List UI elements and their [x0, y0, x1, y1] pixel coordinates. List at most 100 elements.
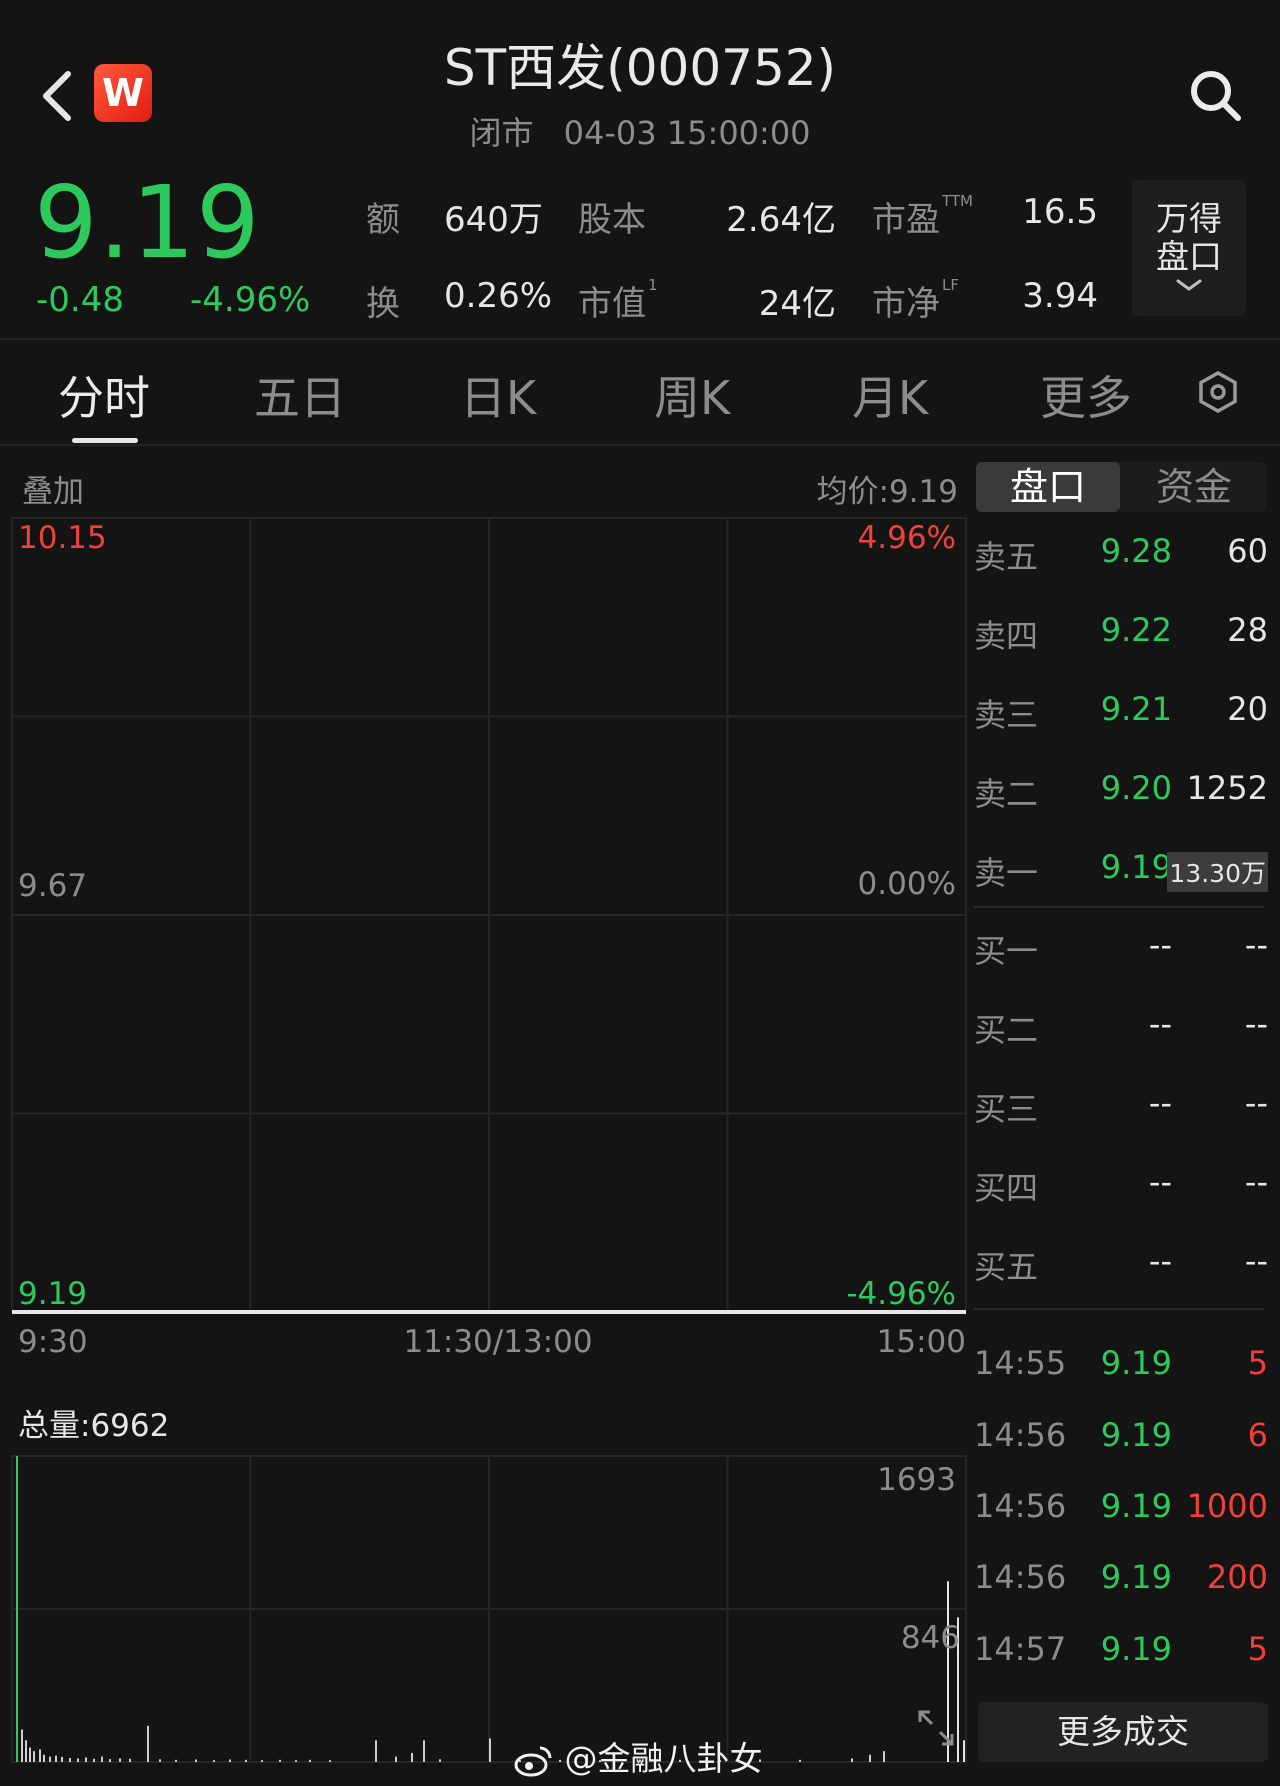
trade-row: 14:56 9.19 1000 [974, 1487, 1268, 1527]
stat-value-amount: 640万 [444, 200, 543, 240]
ask-level-label: 卖五 [974, 538, 1039, 576]
trade-volume: 1000 [1186, 1487, 1268, 1525]
market-status: 闭市 04-03 15:00:00 [0, 108, 1280, 154]
ask-level-label: 卖三 [974, 696, 1039, 734]
volume-total: 总量:6962 [18, 1408, 170, 1444]
bid-volume: -- [1244, 926, 1268, 964]
trade-row: 14:56 9.19 6 [974, 1416, 1268, 1456]
bid-level-label: 买一 [974, 932, 1039, 970]
stat-label-pb: 市净 LF [872, 276, 959, 324]
header: W ST西发(000752) 闭市 04-03 15:00:00 [0, 0, 1280, 160]
ask-volume: 28 [1227, 611, 1268, 649]
tab-daily-k[interactable]: 日K [460, 362, 536, 428]
orderbook-tabs: 盘口 资金 [976, 462, 1266, 512]
pct-axis-mid: 0.00% [857, 866, 956, 902]
stat-label-market-cap: 市值 1 [578, 276, 658, 324]
stat-label-turnover: 换 [366, 284, 400, 324]
weibo-icon [514, 1744, 554, 1778]
trade-row: 14:57 9.19 5 [974, 1630, 1268, 1670]
trade-time: 14:56 [974, 1416, 1067, 1454]
bid-volume: -- [1244, 1242, 1268, 1280]
price-change-pct: -4.96% [190, 280, 311, 320]
status-text: 闭市 [469, 114, 534, 152]
orderbook-separator [974, 1308, 1264, 1310]
status-datetime: 04-03 15:00:00 [563, 114, 811, 152]
expand-icon[interactable] [914, 1706, 958, 1750]
last-price: 9.19 [34, 164, 261, 281]
bid-price: -- [1148, 926, 1172, 964]
ask-row: 卖四 9.22 28 [974, 611, 1268, 655]
stat-value-turnover: 0.26% [444, 276, 553, 316]
price-axis-mid: 9.67 [18, 868, 88, 904]
pct-axis-bottom: -4.96% [846, 1276, 956, 1312]
ask-price: 9.22 [1100, 611, 1172, 649]
trade-time: 14:57 [974, 1630, 1067, 1668]
intraday-chart [11, 517, 967, 1763]
stat-value-share-capital: 2.64亿 [726, 200, 836, 240]
bid-level-label: 买五 [974, 1248, 1039, 1286]
stock-title: ST西发(000752) [443, 39, 837, 97]
ask-level-label: 卖二 [974, 775, 1039, 813]
time-axis-mid: 11:30/13:00 [403, 1324, 593, 1360]
trade-volume: 6 [1247, 1416, 1268, 1454]
stat-value-pb: 3.94 [1022, 276, 1098, 316]
ask-price: 9.21 [1100, 690, 1172, 728]
tab-intraday[interactable]: 分时 [58, 362, 150, 428]
trade-price: 9.19 [1100, 1487, 1172, 1525]
trade-price: 9.19 [1100, 1558, 1172, 1596]
trade-time: 14:55 [974, 1344, 1067, 1382]
time-axis-end: 15:00 [876, 1324, 966, 1360]
bid-volume: -- [1244, 1084, 1268, 1122]
tab-capital-flow[interactable]: 资金 [1122, 462, 1266, 512]
wande-orderbook-button[interactable]: 万得盘口 [1132, 180, 1246, 316]
trade-price: 9.19 [1100, 1344, 1172, 1382]
stat-value-pe: 16.5 [1022, 192, 1098, 232]
bid-volume: -- [1244, 1005, 1268, 1043]
bid-row: 买三 -- -- [974, 1084, 1268, 1128]
tab-five-day[interactable]: 五日 [254, 362, 346, 428]
tab-more[interactable]: 更多 [1040, 362, 1132, 428]
bid-row: 买一 -- -- [974, 926, 1268, 970]
more-trades-button[interactable]: 更多成交 [978, 1702, 1268, 1762]
price-axis-top: 10.15 [18, 520, 107, 556]
stat-label-pe: 市盈 TTM [872, 192, 974, 240]
ask-price: 9.19 [1100, 848, 1172, 886]
ask-row: 卖二 9.20 1252 [974, 769, 1268, 813]
trade-price: 9.19 [1100, 1416, 1172, 1454]
ask-price: 9.28 [1100, 532, 1172, 570]
trade-time: 14:56 [974, 1487, 1067, 1525]
tab-weekly-k[interactable]: 周K [654, 362, 730, 428]
trade-row: 14:56 9.19 200 [974, 1558, 1268, 1598]
tab-monthly-k[interactable]: 月K [852, 362, 928, 428]
bid-level-label: 买四 [974, 1169, 1039, 1207]
trade-volume: 5 [1247, 1630, 1268, 1668]
trade-volume: 200 [1206, 1558, 1268, 1596]
bid-price: -- [1148, 1084, 1172, 1122]
ask-volume: 60 [1227, 532, 1268, 570]
settings-icon[interactable] [1196, 370, 1240, 414]
ask-volume: 1252 [1186, 769, 1268, 807]
trade-row: 14:55 9.19 5 [974, 1344, 1268, 1384]
watermark: @金融八卦女 [514, 1732, 763, 1780]
stat-label-share-capital: 股本 [578, 200, 646, 240]
bid-row: 买二 -- -- [974, 1005, 1268, 1049]
time-axis-start: 9:30 [18, 1324, 88, 1360]
ask-row: 卖一 9.19 13.30万 [974, 848, 1268, 892]
bid-price: -- [1148, 1163, 1172, 1201]
price-axis-bottom: 9.19 [18, 1276, 88, 1312]
pct-axis-top: 4.96% [857, 520, 956, 556]
bid-level-label: 买三 [974, 1090, 1039, 1128]
tab-orderbook[interactable]: 盘口 [976, 462, 1120, 512]
wande-orderbook-label: 万得盘口 [1156, 199, 1222, 276]
bid-price: -- [1148, 1005, 1172, 1043]
search-icon[interactable] [1186, 66, 1246, 126]
price-change: -0.48 [36, 280, 124, 320]
volume-axis-top: 1693 [877, 1462, 956, 1498]
bid-level-label: 买二 [974, 1011, 1039, 1049]
watermark-text: @金融八卦女 [564, 1739, 763, 1778]
chevron-down-icon [1176, 279, 1202, 291]
bid-volume: -- [1244, 1163, 1268, 1201]
trade-time: 14:56 [974, 1558, 1067, 1596]
stat-label-amount: 额 [366, 200, 400, 240]
ask-level-label: 卖一 [974, 854, 1039, 892]
